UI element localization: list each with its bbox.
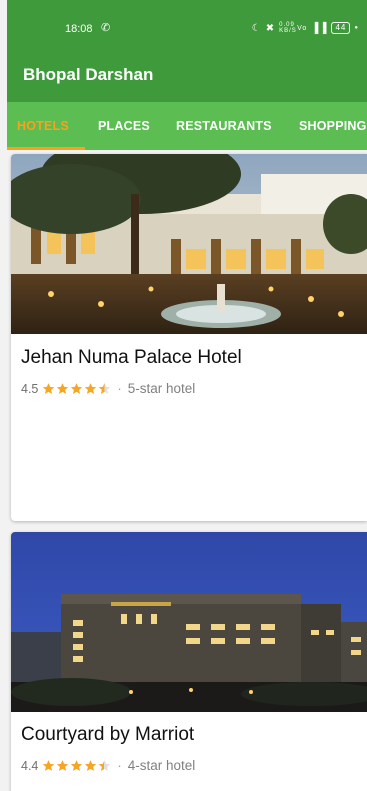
tab-bar: HOTELS PLACES RESTAURANTS SHOPPING — [7, 102, 367, 150]
tab-restaurants[interactable]: RESTAURANTS — [176, 102, 272, 150]
star-icon — [57, 760, 69, 771]
separator-dot: · — [117, 758, 122, 773]
hotel-rating-row: 4.4 · 4-star hotel — [21, 758, 195, 773]
signal-icon: ▐▐ — [311, 22, 328, 34]
app-screen: 18:08 ✆ ☾ ✖ 0.09 KB/S Vo ▐▐ 44 ● Bhopal … — [0, 0, 367, 791]
rating-value: 4.4 — [21, 758, 39, 773]
hotel-photo — [11, 532, 367, 712]
tab-places[interactable]: PLACES — [98, 102, 150, 150]
phone-icon: ✆ — [101, 22, 111, 34]
star-rating — [42, 382, 111, 395]
hotel-photo-image — [11, 532, 367, 712]
app-title: Bhopal Darshan — [23, 65, 154, 84]
battery-icon: 44 — [331, 22, 351, 34]
status-icons: ☾ ✖ 0.09 KB/S Vo ▐▐ 44 ● — [252, 22, 359, 34]
hotel-photo — [11, 154, 367, 334]
tab-shopping[interactable]: SHOPPING — [299, 102, 367, 150]
tab-hotels[interactable]: HOTELS — [17, 102, 69, 150]
status-bar: 18:08 ✆ ☾ ✖ 0.09 KB/S Vo ▐▐ 44 ● — [7, 0, 367, 46]
hotel-name: Courtyard by Marriot — [21, 724, 195, 745]
star-icon — [43, 760, 55, 771]
mute-icon: ✖ — [265, 22, 276, 34]
data-speed-icon: 0.09 KB/S — [279, 22, 297, 34]
hotel-rating-row: 4.5 · 5-star hotel — [21, 381, 195, 396]
star-icon — [85, 760, 97, 771]
half-star-icon — [99, 383, 111, 394]
hotel-card[interactable]: Jehan Numa Palace Hotel 4.5 · 5-star hot… — [11, 154, 367, 521]
dot-icon: ● — [354, 25, 359, 31]
star-icon — [71, 383, 83, 394]
rating-value: 4.5 — [21, 381, 39, 396]
hotel-category: 5-star hotel — [127, 381, 196, 396]
star-icon — [71, 760, 83, 771]
app-bar: Bhopal Darshan — [7, 46, 367, 102]
star-icon — [43, 383, 55, 394]
half-star-icon — [99, 760, 111, 771]
hotel-category: 4-star hotel — [127, 758, 196, 773]
moon-icon: ☾ — [251, 22, 262, 34]
star-rating — [42, 759, 111, 772]
hotel-photo-image — [11, 154, 367, 334]
star-icon — [85, 383, 97, 394]
hotel-name: Jehan Numa Palace Hotel — [21, 347, 242, 368]
volte-icon: Vo — [297, 24, 308, 32]
status-time: 18:08 — [65, 23, 93, 35]
hotel-card[interactable]: Courtyard by Marriot 4.4 · 4-star hotel — [11, 532, 367, 791]
star-icon — [57, 383, 69, 394]
tab-indicator — [7, 147, 85, 150]
separator-dot: · — [117, 381, 122, 396]
